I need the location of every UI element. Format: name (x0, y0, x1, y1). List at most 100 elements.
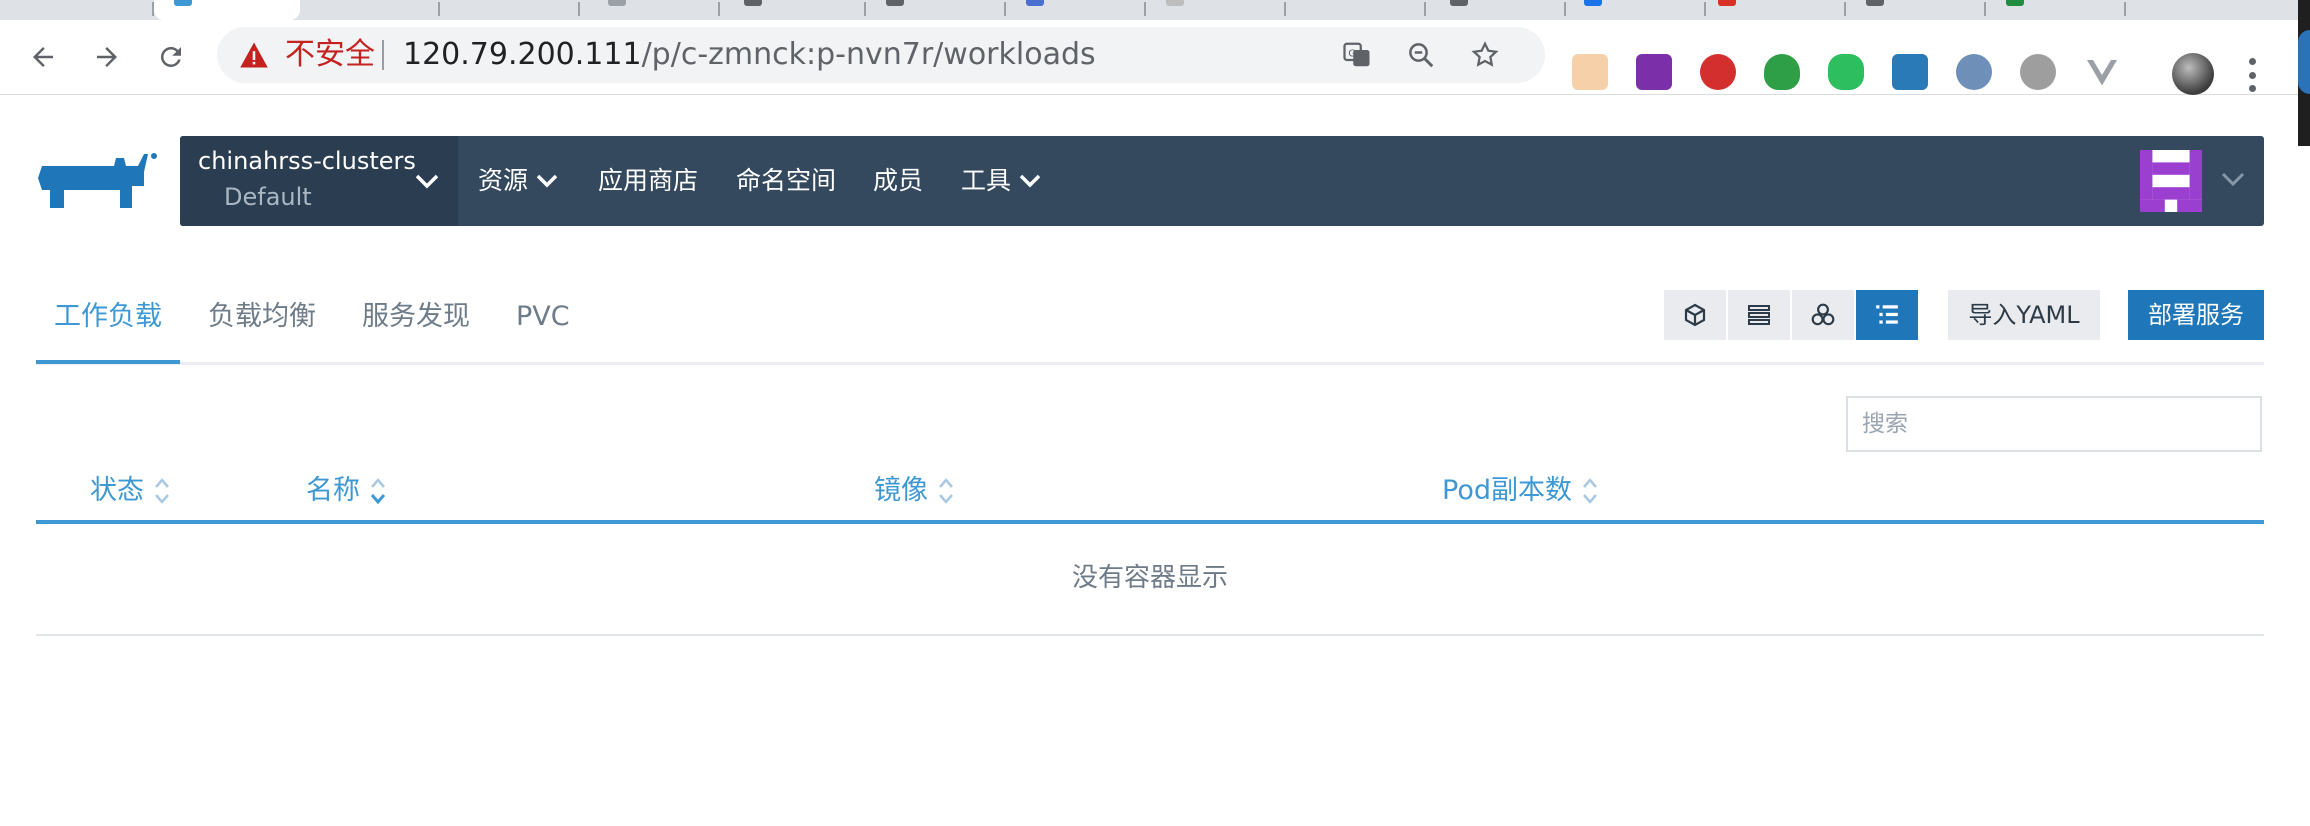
tab-workloads[interactable]: 工作负载 (54, 300, 162, 334)
address-bar[interactable]: 不安全 120.79.200.111/p/c-zmnck:p-nvn7r/wor… (217, 27, 1545, 83)
menu-app-store-label: 应用商店 (598, 166, 699, 195)
tab-favicon-icon (744, 0, 762, 6)
chevron-down-icon (536, 174, 558, 188)
tab-pvc[interactable]: PVC (516, 300, 570, 334)
column-header-pod-replicas[interactable]: Pod副本数 (1442, 474, 1598, 508)
browser-tab[interactable] (300, 0, 440, 20)
chevron-down-icon[interactable] (2220, 170, 2246, 188)
tab-service-discovery[interactable]: 服务发现 (362, 300, 470, 334)
zoom-button[interactable] (1403, 37, 1439, 73)
column-label: 状态 (90, 475, 144, 506)
browser-tab[interactable] (1286, 0, 1426, 20)
menu-namespaces[interactable]: 命名空间 (736, 166, 836, 196)
import-yaml-button[interactable]: 导入YAML (1948, 290, 2100, 340)
url-text[interactable]: 120.79.200.111/p/c-zmnck:p-nvn7r/workloa… (403, 37, 1096, 73)
browser-tab[interactable] (1986, 0, 2126, 20)
browser-tab[interactable] (1146, 0, 1286, 20)
browser-tab-active[interactable] (154, 0, 300, 20)
column-header-state[interactable]: 状态 (90, 474, 170, 508)
menu-tools-label: 工具 (961, 166, 1012, 195)
menu-members[interactable]: 成员 (873, 166, 923, 196)
menu-resources-label: 资源 (478, 166, 529, 195)
browser-tab[interactable] (440, 0, 580, 20)
tab-favicon-icon (886, 0, 904, 6)
browser-tab[interactable] (1706, 0, 1846, 20)
reload-button[interactable] (148, 34, 194, 80)
warning-icon (240, 42, 268, 68)
zoom-out-icon (1409, 43, 1434, 68)
view-by-namespace-button[interactable] (1856, 290, 1918, 340)
chevron-down-icon (1019, 174, 1041, 188)
sort-icon (939, 478, 953, 504)
browser-tab[interactable] (1846, 0, 1986, 20)
view-by-service-button[interactable] (1792, 290, 1854, 340)
app-header: chinahrss-clusters Default 资源 应用商店 命名空间 … (180, 136, 2264, 226)
sort-icon (1583, 478, 1597, 504)
tab-favicon-icon (1584, 0, 1602, 6)
browser-tab[interactable] (1006, 0, 1146, 20)
column-label: 名称 (306, 475, 360, 506)
axure-extension-icon[interactable] (1636, 54, 1672, 90)
back-button[interactable] (20, 34, 66, 80)
shield-extension-icon[interactable] (1764, 54, 1800, 90)
s-extension-icon[interactable] (1892, 54, 1928, 90)
tab-favicon-icon (2006, 0, 2024, 6)
browser-tab[interactable] (0, 0, 154, 20)
back-arrow-icon (33, 47, 53, 67)
forward-button[interactable] (84, 34, 130, 80)
menu-resources[interactable]: 资源 (478, 166, 558, 196)
cube-icon (1684, 303, 1706, 327)
browser-tab[interactable] (2126, 0, 2298, 20)
empty-state-message: 没有容器显示 (1071, 563, 1228, 593)
adblock-extension-icon[interactable] (1700, 54, 1736, 90)
table-bottom-divider (36, 634, 2264, 636)
column-header-name[interactable]: 名称 (306, 474, 386, 508)
tab-favicon-icon (1718, 0, 1736, 6)
url-path: /p/c-zmnck:p-nvn7r/workloads (641, 37, 1096, 72)
view-by-node-button[interactable] (1664, 290, 1726, 340)
translate-button[interactable]: G (1339, 37, 1375, 73)
search-input[interactable] (1846, 396, 2262, 452)
deploy-button[interactable]: 部署服务 (2128, 290, 2264, 340)
omnibox-divider (382, 40, 384, 70)
chrome-menu-icon[interactable] (2248, 58, 2256, 92)
svg-text:G: G (1348, 48, 1356, 59)
vue-extension-icon[interactable] (2084, 54, 2120, 90)
tree-list-icon (1876, 305, 1898, 324)
menu-tools[interactable]: 工具 (961, 166, 1041, 196)
profile-avatar[interactable] (2172, 53, 2214, 95)
user-avatar[interactable] (2140, 150, 2202, 212)
url-host: 120.79.200.111 (403, 37, 642, 72)
cluster-project-switcher[interactable]: chinahrss-clusters Default (180, 136, 458, 226)
adjacent-window-edge (2298, 0, 2310, 826)
tab-favicon-icon (608, 0, 626, 6)
menu-app-store[interactable]: 应用商店 (598, 166, 698, 196)
not-secure-label[interactable]: 不安全 (285, 37, 375, 73)
bookmark-button[interactable] (1467, 37, 1503, 73)
tab-favicon-icon (174, 0, 192, 6)
menu-members-label: 成员 (873, 166, 924, 195)
grey-circle-extension-icon[interactable] (2020, 54, 2056, 90)
menu-namespaces-label: 命名空间 (736, 166, 837, 195)
weibo-extension-icon[interactable] (1572, 54, 1608, 90)
browser-tab[interactable] (1426, 0, 1566, 20)
evernote-extension-icon[interactable] (1828, 54, 1864, 90)
browser-tab[interactable] (1566, 0, 1706, 20)
view-flat-list-button[interactable] (1728, 290, 1790, 340)
browser-tab[interactable] (866, 0, 1006, 20)
browser-tabstrip (0, 0, 2310, 20)
cluster-icon (1811, 303, 1835, 326)
forward-arrow-icon (97, 47, 117, 67)
column-label: 镜像 (874, 475, 928, 506)
reload-icon (160, 46, 181, 67)
column-header-image[interactable]: 镜像 (874, 474, 954, 508)
rancher-logo[interactable] (34, 152, 160, 212)
browser-tab[interactable] (720, 0, 866, 20)
tab-favicon-icon (1026, 0, 1044, 6)
cluster-name: chinahrss-clusters (198, 147, 416, 175)
browser-tab[interactable] (580, 0, 720, 20)
star-icon (1471, 41, 1499, 67)
tab-favicon-icon (1166, 0, 1184, 6)
blue-circle-extension-icon[interactable] (1956, 54, 1992, 90)
tab-load-balancing[interactable]: 负载均衡 (208, 300, 316, 334)
